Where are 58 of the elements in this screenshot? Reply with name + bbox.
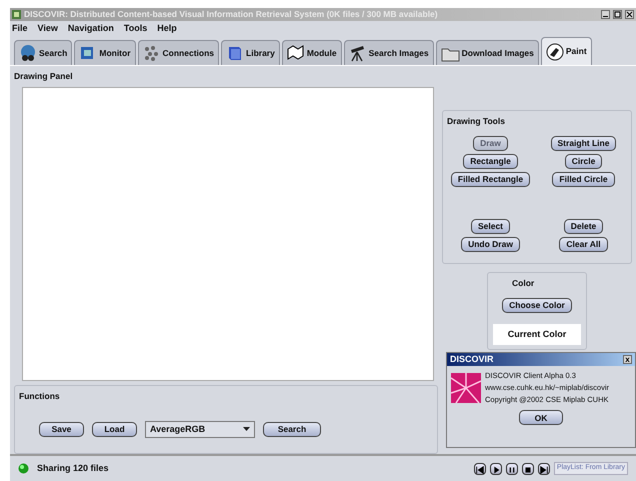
tool-button[interactable]: Straight Line <box>550 136 616 151</box>
ok-button[interactable]: OK <box>519 410 563 425</box>
play-button[interactable] <box>490 462 502 474</box>
tool-button[interactable]: Filled Circle <box>552 172 615 187</box>
tool-button[interactable]: Rectangle <box>463 154 518 169</box>
maximize-button[interactable] <box>613 10 622 19</box>
current-color-swatch: Current Color <box>493 324 581 345</box>
menu-item[interactable]: Help <box>157 22 177 36</box>
starburst-logo-icon <box>451 373 481 403</box>
tool-button[interactable]: Delete <box>564 218 604 234</box>
tool-button[interactable]: Clear All <box>559 236 608 252</box>
network-icon <box>142 44 161 62</box>
search-button[interactable]: Search <box>263 422 321 437</box>
group-title: Drawing Tools <box>446 115 506 128</box>
tool-button[interactable]: Select <box>470 218 510 234</box>
minimize-button[interactable] <box>601 10 610 19</box>
pause-button[interactable] <box>506 462 518 474</box>
next-button[interactable] <box>538 462 550 474</box>
dialog-title: DISCOVIR <box>450 352 494 366</box>
function-button[interactable]: Save <box>39 422 84 437</box>
tab[interactable]: Connections <box>138 40 220 65</box>
algorithm-dropdown[interactable]: AverageRGB <box>145 420 255 438</box>
tool-button: Draw <box>473 136 508 151</box>
tool-button[interactable]: Circle <box>564 154 602 169</box>
close-button[interactable]: x <box>623 355 632 364</box>
tab[interactable]: Paint <box>540 37 592 65</box>
menu-item[interactable]: Navigation <box>68 22 114 36</box>
group-title: Functions <box>18 390 61 403</box>
next-icon <box>538 464 549 476</box>
tool-button[interactable]: Filled Rectangle <box>450 172 530 187</box>
menu-item[interactable]: File <box>12 22 28 36</box>
tab[interactable]: Search <box>14 40 72 65</box>
dropdown-arrow-icon <box>243 427 250 432</box>
status-light-icon <box>18 463 29 474</box>
app-icon <box>12 10 21 19</box>
tool-button[interactable]: Undo Draw <box>461 236 520 252</box>
choose-color-button[interactable]: Choose Color <box>502 298 572 313</box>
tab[interactable]: Monitor <box>74 40 136 65</box>
tab[interactable]: Search Images <box>344 40 434 65</box>
menu-item[interactable]: Tools <box>124 22 148 36</box>
telescope-icon <box>348 44 367 62</box>
tab[interactable]: Module <box>282 40 342 65</box>
status-text: Sharing 120 files <box>37 462 110 475</box>
previous-icon <box>474 464 485 476</box>
function-button[interactable]: Load <box>92 422 137 437</box>
close-icon <box>626 11 633 18</box>
dropdown-value: AverageRGB <box>150 422 206 436</box>
map-icon <box>286 44 305 62</box>
stop-button[interactable] <box>522 462 534 474</box>
globe-icon <box>19 44 37 62</box>
group-title: Color <box>511 277 534 290</box>
maximize-icon <box>614 11 621 18</box>
tab[interactable]: Download Images <box>436 40 539 65</box>
close-button[interactable] <box>625 10 634 19</box>
panel-title: Drawing Panel <box>14 70 74 83</box>
menu-item[interactable]: View <box>38 22 58 36</box>
tab[interactable]: Library <box>221 40 280 65</box>
previous-button[interactable] <box>474 462 486 474</box>
